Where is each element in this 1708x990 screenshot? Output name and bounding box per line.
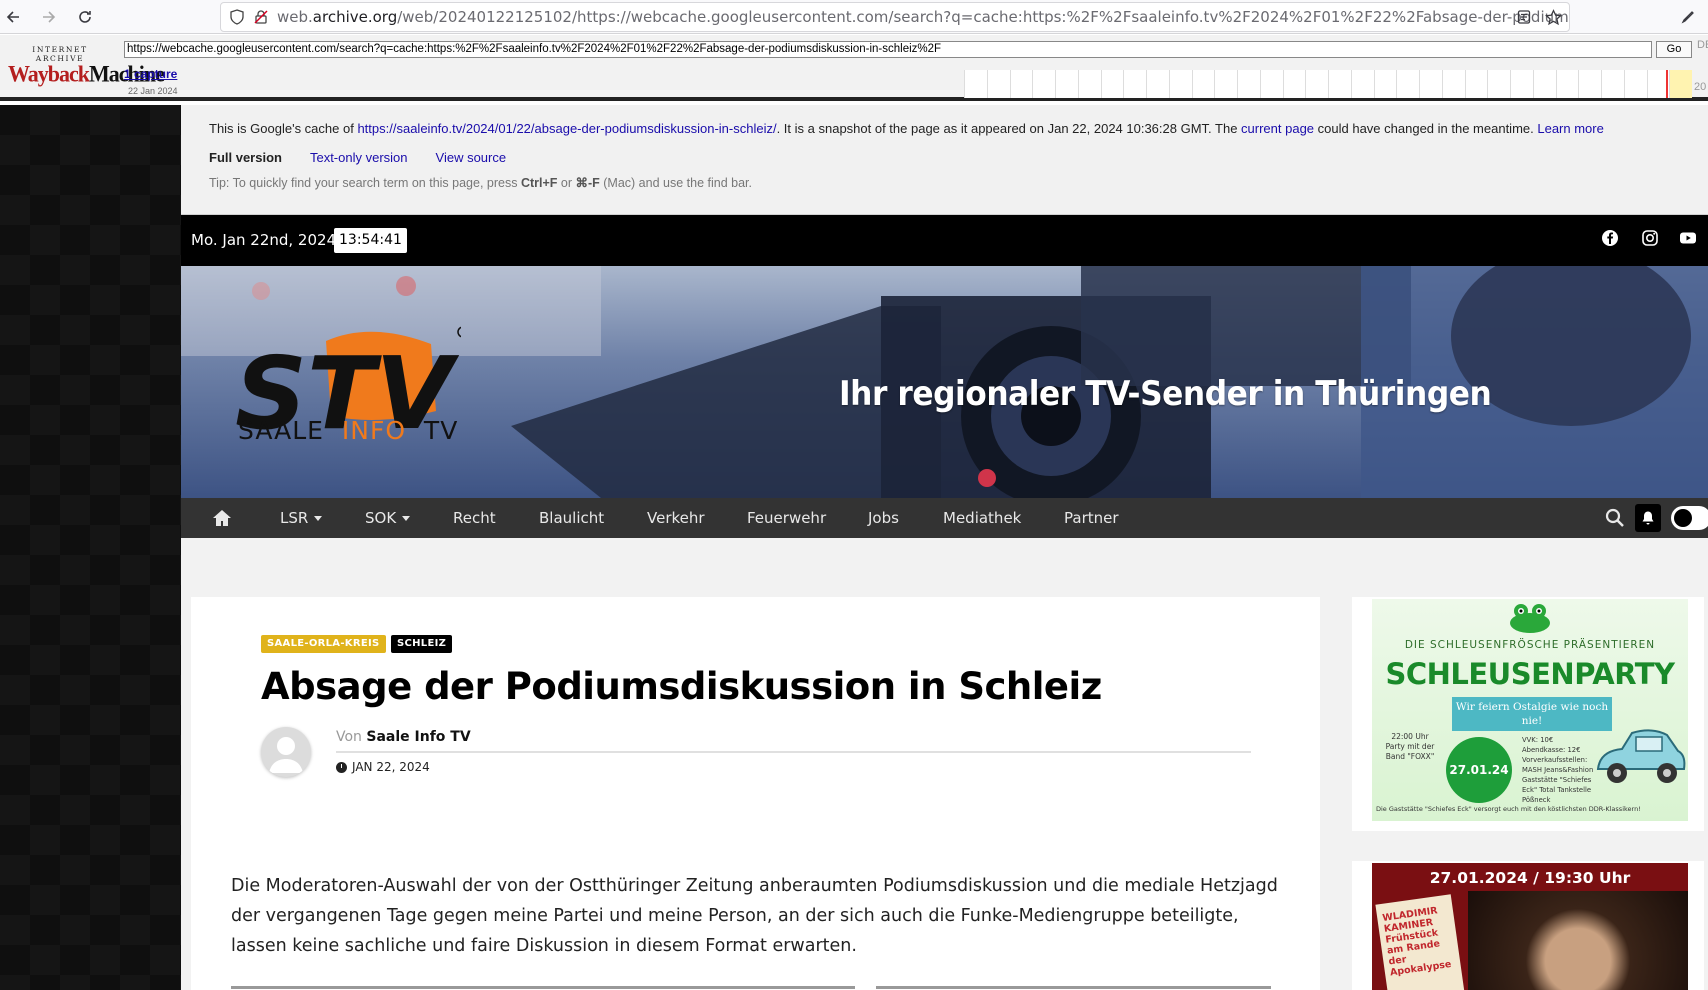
view-source-link[interactable]: View source	[436, 150, 507, 165]
home-icon[interactable]	[211, 507, 233, 529]
nav-item-blaulicht[interactable]: Blaulicht	[539, 509, 604, 527]
google-cache-notice: This is Google's cache of https://saalei…	[181, 105, 1708, 215]
cache-notice-text: This is Google's cache of https://saalei…	[209, 121, 1604, 136]
ad2-event-date: 27.01.2024 / 19:30 Uhr	[1429, 869, 1631, 887]
header-tagline: Ihr regionaler TV-Sender in Thüringen	[839, 374, 1492, 414]
back-icon[interactable]	[0, 4, 26, 30]
youtube-icon[interactable]	[1679, 229, 1697, 247]
article-card: SAALE-ORLA-KREIS SCHLEIZ Absage der Podi…	[191, 597, 1320, 990]
ad1-presenter: DIE SCHLEUSENFRÖSCHE PRÄSENTIEREN	[1404, 639, 1656, 651]
ad1-party-info: 22:00 Uhr Party mit der Band "FOXX"	[1385, 732, 1435, 761]
full-version-label: Full version	[209, 150, 282, 165]
insecure-lock-icon[interactable]	[253, 9, 269, 25]
trabant-car-icon	[1596, 729, 1686, 783]
article-byline: Von Saale Info TV	[336, 729, 471, 745]
nav-item-partner[interactable]: Partner	[1064, 509, 1119, 527]
wayback-logo[interactable]: INTERNET ARCHIVE WaybackMachine	[8, 45, 165, 87]
notification-bell-icon[interactable]	[1635, 504, 1661, 532]
byline-divider	[336, 751, 1251, 753]
dark-mode-toggle[interactable]	[1671, 506, 1708, 530]
cached-page-link[interactable]: https://saaleinfo.tv/2024/01/22/absage-d…	[357, 121, 776, 136]
wayback-captures-link[interactable]: 1 capture	[124, 67, 177, 81]
bookmark-star-icon[interactable]	[1540, 4, 1566, 30]
author-avatar[interactable]	[261, 727, 311, 777]
current-page-link[interactable]: current page	[1241, 121, 1314, 136]
address-url: web.archive.org/web/20240122125102/https…	[277, 8, 1570, 26]
chevron-down-icon	[402, 516, 411, 521]
sidebar-widget-2: WLADIMIR KAMINER Frühstück am Rande der …	[1352, 861, 1704, 990]
ad1-ticket-info: VVK: 10€ Abendkasse: 12€ Vorverkaufsstel…	[1522, 736, 1594, 804]
search-icon[interactable]	[1605, 508, 1625, 528]
site-topbar: Mo. Jan 22nd, 2024 13:54:41	[181, 215, 1708, 266]
topbar-clock: 13:54:41	[334, 228, 407, 253]
address-bar[interactable]: web.archive.org/web/20240122125102/https…	[220, 2, 1570, 32]
topbar-date: Mo. Jan 22nd, 2024	[191, 231, 337, 249]
sidebar-widget-1: DIE SCHLEUSENFRÖSCHE PRÄSENTIEREN SCHLEU…	[1352, 597, 1704, 831]
article-body-paragraph: Die Moderatoren-Auswahl der von der Ostt…	[231, 876, 1278, 956]
main-navigation: LSR SOK Recht Blaulicht Verkehr Feuerweh…	[181, 498, 1708, 538]
nav-item-feuerwehr[interactable]: Feuerwehr	[747, 509, 826, 527]
article-body-next-line	[231, 980, 1271, 990]
ad2-photo	[1468, 891, 1688, 990]
text-only-version-link[interactable]: Text-only version	[310, 150, 408, 165]
nav-item-recht[interactable]: Recht	[453, 509, 496, 527]
wayback-capture-marker	[1666, 70, 1668, 98]
frog-icon	[1510, 604, 1550, 633]
cache-tip-text: Tip: To quickly find your search term on…	[209, 176, 752, 190]
wayback-toolbar: INTERNET ARCHIVE WaybackMachine https://…	[0, 35, 1708, 101]
wayback-cut-label: DE	[1697, 39, 1708, 51]
learn-more-link[interactable]: Learn more	[1537, 121, 1603, 136]
ad1-ribbon: Wir feiern Ostalgie wie noch nie!	[1452, 697, 1612, 731]
reload-icon[interactable]	[72, 4, 98, 30]
ad1-title: SCHLEUSENPARTY	[1385, 657, 1675, 691]
nav-item-jobs[interactable]: Jobs	[868, 509, 899, 527]
schleusenparty-ad[interactable]: DIE SCHLEUSENFRÖSCHE PRÄSENTIEREN SCHLEU…	[1372, 599, 1688, 821]
nav-item-lsr[interactable]: LSR	[280, 509, 323, 527]
wayback-capture-date: 22 Jan 2024	[128, 86, 178, 96]
logo-subtitle: SAALE INFO TV	[238, 416, 459, 445]
chevron-down-icon	[314, 516, 323, 521]
wayback-url-input[interactable]: https://webcache.googleusercontent.com/s…	[124, 41, 1652, 58]
author-link[interactable]: Saale Info TV	[366, 729, 470, 745]
extensions-icon[interactable]	[1676, 4, 1702, 30]
wayback-timeline[interactable]	[964, 70, 1692, 98]
wayback-logo-wordmark: WaybackMachine	[8, 60, 165, 87]
article-date[interactable]: JAN 22, 2024	[336, 760, 430, 774]
browser-toolbar: web.archive.org/web/20240122125102/https…	[0, 0, 1708, 34]
cache-version-links: Full version Text-only version View sour…	[209, 150, 506, 165]
ad1-footer: Die Gaststätte "Schiefes Eck" versorgt e…	[1376, 805, 1641, 813]
site-header-banner: STV SAALE INFO TV Ihr regionaler TV-Send…	[181, 266, 1708, 498]
page-background-pattern	[0, 105, 181, 990]
reader-view-icon[interactable]	[1511, 4, 1537, 30]
ad2-book-title: WLADIMIR KAMINER Frühstück am Rande der …	[1381, 905, 1453, 979]
shield-icon	[230, 9, 244, 25]
nav-item-sok[interactable]: SOK	[365, 509, 411, 527]
kaminer-event-ad[interactable]: WLADIMIR KAMINER Frühstück am Rande der …	[1372, 863, 1688, 990]
article-title: Absage der Podiumsdiskussion in Schleiz	[261, 665, 1102, 708]
facebook-icon[interactable]	[1601, 229, 1619, 247]
category-badge-saale-orla-kreis[interactable]: SAALE-ORLA-KREIS	[261, 635, 386, 653]
nav-item-mediathek[interactable]: Mediathek	[943, 509, 1021, 527]
ad1-date-badge: 27.01.24	[1446, 737, 1512, 803]
forward-icon[interactable]	[36, 4, 62, 30]
nav-item-verkehr[interactable]: Verkehr	[647, 509, 705, 527]
instagram-icon[interactable]	[1641, 229, 1659, 247]
clock-icon	[336, 761, 347, 773]
wayback-go-button[interactable]: Go	[1656, 41, 1692, 58]
category-badge-schleiz[interactable]: SCHLEIZ	[391, 635, 453, 653]
wayback-year-label: 20	[1694, 81, 1707, 93]
